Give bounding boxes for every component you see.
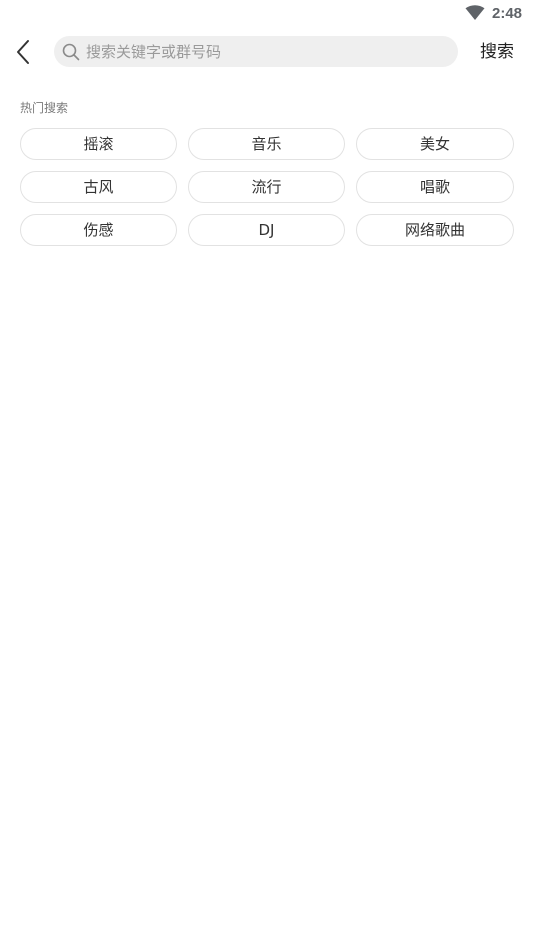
hot-tag[interactable]: 古风	[20, 171, 177, 203]
search-icon	[62, 43, 80, 60]
hot-tag[interactable]: 美女	[356, 128, 514, 160]
chevron-left-icon	[17, 40, 29, 64]
hot-tag[interactable]: 音乐	[188, 128, 345, 160]
hot-search-title: 热门搜索	[20, 101, 69, 115]
hot-tag[interactable]: 摇滚	[20, 128, 177, 160]
back-button[interactable]	[8, 36, 38, 68]
search-screen: 2:48 搜索 热门搜索 摇滚 音乐 美女 古风 流行 唱歌 伤感 DJ 网络歌…	[0, 0, 534, 949]
hot-tag[interactable]: 唱歌	[356, 171, 514, 203]
search-header: 搜索	[0, 34, 534, 70]
hot-tag[interactable]: DJ	[188, 214, 345, 246]
hot-tag[interactable]: 网络歌曲	[356, 214, 514, 246]
status-time: 2:48	[492, 5, 523, 22]
hot-tag[interactable]: 伤感	[20, 214, 177, 246]
search-input[interactable]	[86, 37, 458, 66]
status-bar: 2:48	[0, 0, 534, 28]
search-button[interactable]: 搜索	[470, 36, 524, 68]
wifi-icon	[465, 5, 485, 20]
hot-tag[interactable]: 流行	[188, 171, 345, 203]
search-box[interactable]	[54, 36, 458, 67]
hot-search-tags: 摇滚 音乐 美女 古风 流行 唱歌 伤感 DJ 网络歌曲	[20, 128, 514, 246]
